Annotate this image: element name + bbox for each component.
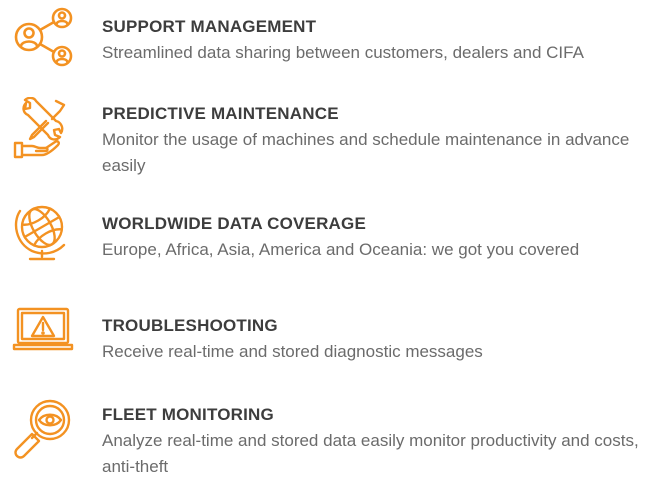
feature-description: Monitor the usage of machines and schedu… (102, 130, 630, 175)
feature-title: FLEET MONITORING (102, 405, 274, 424)
feature-title: TROUBLESHOOTING (102, 316, 278, 335)
feature-title: WORLDWIDE DATA COVERAGE (102, 214, 366, 233)
feature-title: SUPPORT MANAGEMENT (102, 17, 317, 36)
laptop-warning-icon (12, 305, 74, 367)
wrench-screwdriver-hand-icon (12, 97, 74, 159)
globe-icon (12, 201, 74, 263)
magnifier-eye-icon (12, 398, 74, 460)
feature-description: Receive real-time and stored diagnostic … (102, 342, 483, 361)
feature-description: Europe, Africa, Asia, America and Oceani… (102, 240, 580, 259)
feature-description: Streamlined data sharing between custome… (102, 43, 584, 62)
feature-description: Analyze real-time and stored data easily… (102, 431, 639, 476)
people-network-icon (12, 6, 74, 68)
feature-title: PREDICTIVE MAINTENANCE (102, 104, 339, 123)
